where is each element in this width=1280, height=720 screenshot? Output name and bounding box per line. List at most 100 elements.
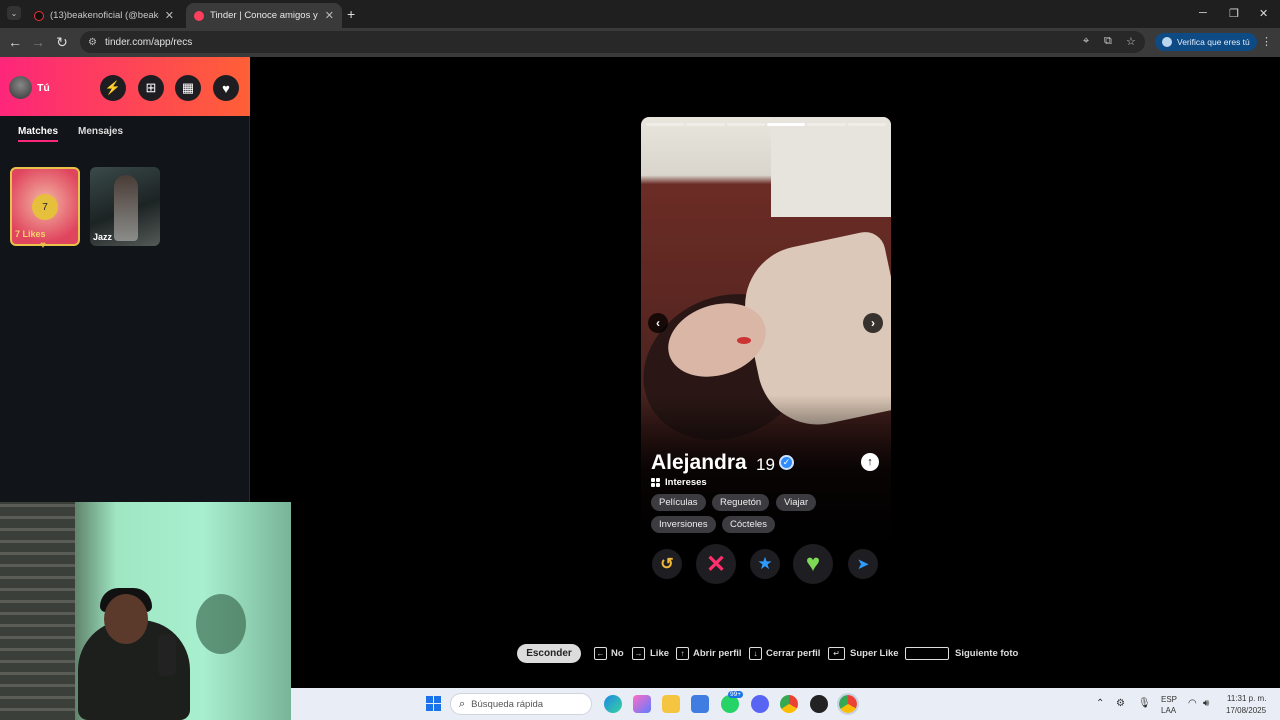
reload-icon[interactable]: ↻ [54,34,70,51]
language-top[interactable]: ESP [1161,695,1177,704]
verify-icon [1162,37,1172,47]
match-name: Jazz [93,232,113,242]
photo-progress [646,123,886,126]
profile-name: Alejandra [651,451,747,474]
tray-app-icon[interactable]: ⚙ [1116,698,1125,709]
url-text: tinder.com/app/recs [104,36,193,48]
gold-heart-icon: ♥ [40,240,46,251]
tab-search-icon[interactable]: ⌄ [7,6,21,20]
taskbar-search-placeholder: Búsqueda rápida [471,698,544,710]
interests-grid-icon [651,478,660,487]
tray-chevron-icon[interactable]: ⌃ [1096,698,1104,709]
rewind-button[interactable]: ↺ [652,549,682,579]
like-button[interactable]: ♥ [793,544,833,584]
avatar[interactable] [9,76,32,99]
open-profile-arrow-icon[interactable]: ↑ [861,453,879,471]
space-key-icon [905,647,949,660]
shortcut-super-like: Super Like [850,648,899,659]
shortcut-open-profile: Abrir perfil [693,648,742,659]
site-info-icon[interactable]: ⚙ [88,37,97,48]
media-app-icon[interactable] [810,695,828,713]
nope-button[interactable]: ✕ [696,544,736,584]
clock-time[interactable]: 11:31 p. m. [1227,694,1266,703]
tab-title: Tinder | Conoce amigos y gente [210,10,319,21]
file-explorer-icon[interactable] [662,695,680,713]
webcam-plant [196,594,246,654]
photo-progress-segment [766,123,806,126]
store-icon[interactable] [691,695,709,713]
profile-label[interactable]: Tú [37,82,50,94]
minimize-button[interactable]: ─ [1199,7,1207,19]
profile-age: 19 [756,455,775,474]
tab-matches[interactable]: Matches [18,126,59,142]
interest-chip: Reguetón [712,494,770,511]
url-field[interactable]: ⚙ tinder.com/app/recs [80,31,1145,53]
chrome-active-icon[interactable] [837,693,859,715]
install-app-icon[interactable]: ⧉ [1104,35,1112,48]
likes-count-badge: 7 [32,194,58,220]
interest-chip: Cócteles [722,516,775,533]
menu-kebab-icon[interactable]: ⋮ [1261,35,1272,48]
back-icon[interactable]: ← [7,34,23,50]
down-key-icon: ↓ [749,647,762,660]
photo-lips [737,337,751,344]
language-bottom[interactable]: LAA [1161,706,1176,715]
boost-icon[interactable]: ⚡ [100,75,126,101]
taskbar-search[interactable]: ⌕ Búsqueda rápida [450,693,592,715]
interest-chip: Viajar [776,494,817,511]
photo-progress-segment [726,123,765,126]
clock-date[interactable]: 17/08/2025 [1226,706,1266,715]
photo-wall [771,117,891,217]
shortcut-no: No [611,648,624,659]
copilot-icon[interactable] [633,695,651,713]
hide-shortcuts-button[interactable]: Esconder [517,644,581,663]
new-tab-button[interactable]: + [347,6,355,22]
interests-heading: Intereses [651,477,707,488]
photo-progress-segment [686,123,725,126]
search-icon: ⌕ [459,697,466,710]
photo-progress-segment [847,123,886,126]
photo-progress-segment [646,123,685,126]
boost-send-button[interactable]: ➤ [848,549,878,579]
explore-icon[interactable]: ⊞ [138,75,164,101]
microphone-icon[interactable]: 🎙︎ [1138,698,1151,709]
browser-tab-tinder[interactable]: Tinder | Conoce amigos y gente ✕ [186,3,342,28]
notification-badge: 99+ [728,691,744,698]
webcam-overlay [0,502,291,720]
safety-shield-icon[interactable]: ♥ [213,75,239,101]
windows-start-icon[interactable] [426,696,441,711]
super-like-button[interactable]: ★ [750,549,780,579]
close-window-button[interactable]: ✕ [1259,7,1268,20]
shortcut-next-photo: Siguiente foto [955,648,1019,659]
work-icon[interactable]: ▦ [175,75,201,101]
volume-icon[interactable]: 🔊︎ [1203,698,1209,709]
verify-identity-button[interactable]: Verifica que eres tú [1155,33,1257,51]
previous-photo-icon[interactable]: ‹ [648,313,668,333]
close-tab-icon[interactable]: ✕ [325,9,334,22]
tinder-icon [194,10,204,21]
chrome-icon[interactable] [780,695,798,713]
enter-key-icon: ↵ [828,647,845,660]
discord-icon[interactable] [751,695,769,713]
interests-title: Intereses [665,477,707,488]
up-key-icon: ↑ [676,647,689,660]
shortcut-like: Like [650,648,670,659]
close-tab-icon[interactable]: ✕ [165,9,174,22]
interest-chip: Inversiones [651,516,716,533]
location-icon[interactable]: ⌖ [1083,35,1089,48]
webcam-head [104,594,148,644]
bookmark-star-icon[interactable]: ☆ [1126,35,1136,48]
tab-messages[interactable]: Mensajes [78,126,123,137]
wifi-icon[interactable]: ◠ [1188,698,1197,709]
sidebar [0,57,250,502]
edge-icon[interactable] [604,695,622,713]
maximize-button[interactable]: ❐ [1229,7,1239,20]
webcam-shelf [0,502,75,720]
left-key-icon: ← [594,647,607,660]
browser-tab-tiktok[interactable]: (13)beakenoficial (@beakenofi ✕ [26,3,182,28]
shortcut-close-profile: Cerrar perfil [766,648,821,659]
forward-icon[interactable]: → [30,34,46,50]
match-photo [114,175,138,241]
next-photo-icon[interactable]: › [863,313,883,333]
interest-chip: Películas [651,494,706,511]
